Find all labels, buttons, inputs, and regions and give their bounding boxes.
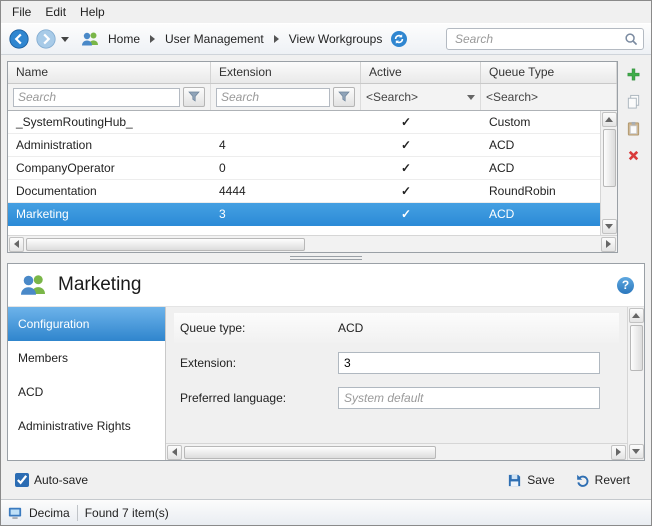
table-header-row: Name Extension Active Queue Type (8, 62, 617, 84)
breadcrumb-view-workgroups[interactable]: View Workgroups (286, 30, 386, 48)
scroll-right-icon[interactable] (611, 445, 626, 460)
tab-acd[interactable]: ACD (8, 375, 165, 409)
scroll-down-icon[interactable] (629, 444, 644, 459)
server-icon (8, 506, 22, 520)
preferred-language-field[interactable] (338, 387, 600, 409)
column-header-active[interactable]: Active (361, 62, 481, 83)
scroll-up-icon[interactable] (602, 112, 617, 127)
nav-history-dropdown-icon[interactable] (61, 37, 69, 42)
active-filter-value: <Search> (366, 90, 464, 104)
workgroup-detail-panel: Marketing ? Configuration Members ACD Ad… (7, 263, 645, 461)
status-bar: Decima Found 7 item(s) (1, 499, 651, 525)
table-row[interactable]: _SystemRoutingHub_✓Custom (8, 111, 600, 134)
autosave-toggle[interactable]: Auto-save (15, 473, 88, 487)
name-filter-button[interactable] (183, 87, 205, 107)
queue-type-filter-dropdown[interactable]: <Search> (481, 84, 617, 110)
workgroup-icon (18, 273, 48, 297)
configuration-form: Queue type: ACD Extension: Preferred lan… (166, 307, 627, 460)
server-name: Decima (29, 506, 70, 520)
save-disk-icon (507, 473, 522, 488)
breadcrumb-home[interactable]: Home (105, 30, 143, 48)
help-icon[interactable]: ? (617, 277, 634, 294)
splitter-handle[interactable] (7, 253, 645, 263)
grid-vertical-scrollbar[interactable] (600, 111, 617, 235)
scroll-down-icon[interactable] (602, 219, 617, 234)
scroll-left-icon[interactable] (9, 237, 24, 252)
autosave-checkbox[interactable] (15, 473, 29, 487)
chevron-down-icon[interactable] (467, 95, 475, 100)
scroll-left-icon[interactable] (167, 445, 182, 460)
scroll-up-icon[interactable] (629, 308, 644, 323)
detail-header: Marketing ? (8, 264, 644, 306)
grid-side-toolbar (621, 61, 645, 253)
column-header-name[interactable]: Name (8, 62, 211, 83)
tab-configuration[interactable]: Configuration (8, 307, 165, 341)
search-icon[interactable] (624, 32, 639, 47)
preferred-language-label: Preferred language: (180, 391, 338, 405)
form-vertical-scrollbar[interactable] (627, 307, 644, 460)
back-button[interactable] (8, 28, 30, 50)
table-body: _SystemRoutingHub_✓Custom Administration… (8, 111, 600, 235)
workgroups-table: Name Extension Active Queue Type (7, 61, 618, 253)
statusbar-separator (77, 505, 78, 521)
forward-button[interactable] (35, 28, 57, 50)
tab-administrative-rights[interactable]: Administrative Rights (8, 409, 165, 443)
table-row[interactable]: Administration4✓ACD (8, 134, 600, 157)
tab-members[interactable]: Members (8, 341, 165, 375)
extension-filter-button[interactable] (333, 87, 355, 107)
global-search-input[interactable] (453, 31, 624, 47)
column-header-extension[interactable]: Extension (211, 62, 361, 83)
paste-button[interactable] (624, 119, 642, 137)
active-filter-dropdown[interactable]: <Search> (361, 84, 481, 110)
queue-type-value: ACD (338, 321, 363, 335)
global-search-box (446, 28, 644, 50)
scrollbar-thumb[interactable] (603, 129, 616, 187)
queue-type-label: Queue type: (180, 321, 338, 335)
breadcrumb-separator-icon (150, 35, 155, 43)
queue-type-filter-value: <Search> (486, 90, 611, 104)
extension-filter-input[interactable] (216, 88, 330, 107)
delete-workgroup-button[interactable] (624, 146, 642, 164)
save-button[interactable]: Save (500, 470, 561, 491)
extension-field[interactable] (338, 352, 600, 374)
navigation-toolbar: Home User Management View Workgroups (1, 23, 651, 55)
revert-button[interactable]: Revert (568, 470, 637, 491)
menu-bar: File Edit Help (1, 1, 651, 23)
grid-horizontal-scrollbar[interactable] (8, 235, 617, 252)
scrollbar-thumb[interactable] (630, 325, 643, 371)
table-row-selected[interactable]: Marketing3✓ACD (8, 203, 600, 226)
items-found-text: Found 7 item(s) (85, 506, 169, 520)
add-workgroup-button[interactable] (624, 65, 642, 83)
revert-arrow-icon (575, 473, 590, 488)
table-filter-row: <Search> <Search> (8, 84, 617, 111)
workgroup-icon (80, 31, 100, 47)
app-window: File Edit Help Home User Management View… (0, 0, 652, 526)
scrollbar-thumb[interactable] (26, 238, 305, 251)
column-header-queue-type[interactable]: Queue Type (481, 62, 617, 83)
detail-title: Marketing (58, 274, 141, 296)
action-bar: Auto-save Save Revert (7, 465, 645, 495)
form-horizontal-scrollbar[interactable] (166, 443, 627, 460)
menu-item-help[interactable]: Help (73, 3, 112, 21)
menu-item-file[interactable]: File (5, 3, 38, 21)
extension-label: Extension: (180, 356, 338, 370)
menu-item-edit[interactable]: Edit (38, 3, 73, 21)
autosave-label: Auto-save (34, 473, 88, 487)
breadcrumb-separator-icon (274, 35, 279, 43)
scroll-right-icon[interactable] (601, 237, 616, 252)
copy-button[interactable] (624, 92, 642, 110)
refresh-icon[interactable] (390, 30, 408, 48)
main-content: Name Extension Active Queue Type (1, 55, 651, 499)
breadcrumb-user-management[interactable]: User Management (162, 30, 267, 48)
table-row[interactable]: Documentation4444✓RoundRobin (8, 180, 600, 203)
detail-tab-list: Configuration Members ACD Administrative… (8, 307, 166, 460)
scrollbar-thumb[interactable] (184, 446, 436, 459)
name-filter-input[interactable] (13, 88, 180, 107)
table-row[interactable]: CompanyOperator0✓ACD (8, 157, 600, 180)
